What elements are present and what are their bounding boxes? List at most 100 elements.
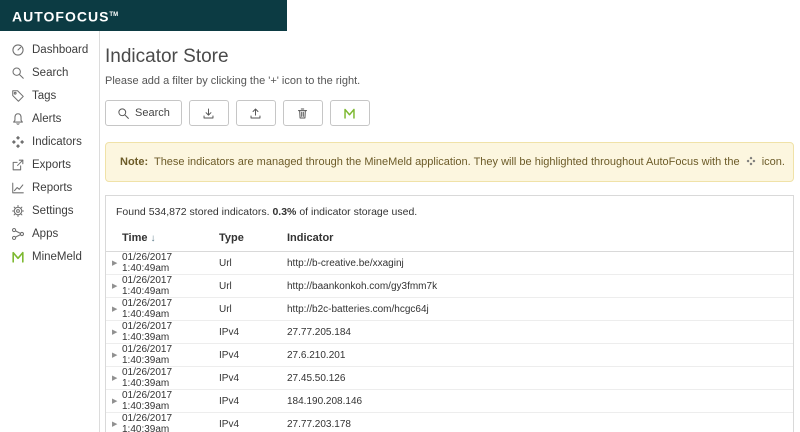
type-cell: IPv4 bbox=[219, 327, 287, 338]
indicator-cell: 27.6.210.201 bbox=[287, 350, 793, 361]
time-cell: 01/26/2017 1:40:39am bbox=[122, 367, 219, 389]
trademark: TM bbox=[109, 12, 118, 18]
sidebar-item-search[interactable]: Search bbox=[0, 61, 99, 84]
search-icon bbox=[11, 66, 25, 80]
search-button[interactable]: Search bbox=[105, 100, 182, 126]
gear-icon bbox=[11, 204, 25, 218]
time-cell: 01/26/2017 1:40:39am bbox=[122, 413, 219, 432]
page-title: Indicator Store bbox=[105, 46, 794, 68]
bell-icon bbox=[11, 112, 25, 126]
expand-row-icon[interactable]: ▶ bbox=[112, 420, 122, 428]
type-cell: IPv4 bbox=[219, 373, 287, 384]
indicator-cell: http://baankonkoh.com/gy3fmm7k bbox=[287, 281, 793, 292]
indicator-cell: 184.190.208.146 bbox=[287, 396, 793, 407]
download-icon bbox=[202, 107, 215, 120]
upload-indicators-button[interactable] bbox=[236, 100, 276, 126]
main-content: Indicator Store Please add a filter by c… bbox=[101, 31, 800, 432]
indicator-cell: 27.45.50.126 bbox=[287, 373, 793, 384]
expand-row-icon[interactable]: ▶ bbox=[112, 328, 122, 336]
indicator-cell: 27.77.203.178 bbox=[287, 419, 793, 430]
filter-hint: Please add a filter by clicking the '+' … bbox=[105, 75, 794, 87]
time-cell: 01/26/2017 1:40:49am bbox=[122, 275, 219, 297]
note-text-after: icon. bbox=[762, 156, 785, 168]
sidebar-item-settings[interactable]: Settings bbox=[0, 199, 99, 222]
type-cell: IPv4 bbox=[219, 396, 287, 407]
sidebar-item-label: Apps bbox=[32, 228, 58, 240]
export-icon bbox=[11, 158, 25, 172]
sidebar-item-label: MineMeld bbox=[32, 251, 82, 263]
indicator-cell: 27.77.205.184 bbox=[287, 327, 793, 338]
top-navbar: AUTOFOCUSTM bbox=[0, 0, 287, 31]
delete-indicators-button[interactable] bbox=[283, 100, 323, 126]
time-cell: 01/26/2017 1:40:49am bbox=[122, 252, 219, 274]
table-row[interactable]: ▶01/26/2017 1:40:39amIPv4184.190.208.146 bbox=[106, 390, 793, 413]
sidebar-item-tags[interactable]: Tags bbox=[0, 84, 99, 107]
minemeld-note: Note: These indicators are managed throu… bbox=[105, 142, 794, 182]
indicators-icon bbox=[11, 135, 25, 149]
trash-icon bbox=[296, 107, 309, 120]
sort-down-icon: ↓ bbox=[150, 233, 155, 244]
note-label: Note: bbox=[120, 156, 148, 168]
search-icon bbox=[117, 107, 130, 120]
sidebar-item-label: Tags bbox=[32, 90, 56, 102]
table-row[interactable]: ▶01/26/2017 1:40:49amUrlhttp://b-creativ… bbox=[106, 252, 793, 275]
table-row[interactable]: ▶01/26/2017 1:40:39amIPv427.6.210.201 bbox=[106, 344, 793, 367]
autofocus-logo: AUTOFOCUSTM bbox=[0, 0, 287, 33]
type-cell: Url bbox=[219, 281, 287, 292]
search-button-label: Search bbox=[135, 107, 170, 119]
type-cell: IPv4 bbox=[219, 350, 287, 361]
indicator-cell: http://b2c-batteries.com/hcgc64j bbox=[287, 304, 793, 315]
sidebar-item-label: Alerts bbox=[32, 113, 61, 125]
sidebar-item-apps[interactable]: Apps bbox=[0, 222, 99, 245]
expand-row-icon[interactable]: ▶ bbox=[112, 259, 122, 267]
table-row[interactable]: ▶01/26/2017 1:40:39amIPv427.45.50.126 bbox=[106, 367, 793, 390]
table-row[interactable]: ▶01/26/2017 1:40:49amUrlhttp://baankonko… bbox=[106, 275, 793, 298]
expand-row-icon[interactable]: ▶ bbox=[112, 397, 122, 405]
sidebar-item-label: Settings bbox=[32, 205, 74, 217]
time-cell: 01/26/2017 1:40:39am bbox=[122, 344, 219, 366]
sidebar: Dashboard Search Tags Alerts Indicators … bbox=[0, 31, 100, 432]
type-cell: IPv4 bbox=[219, 419, 287, 430]
type-cell: Url bbox=[219, 304, 287, 315]
sidebar-item-indicators[interactable]: Indicators bbox=[0, 130, 99, 153]
column-header-indicator: Indicator bbox=[287, 232, 793, 244]
sidebar-item-label: Reports bbox=[32, 182, 72, 194]
table-header: Time↓ Type Indicator bbox=[106, 227, 793, 252]
time-cell: 01/26/2017 1:40:39am bbox=[122, 321, 219, 343]
expand-row-icon[interactable]: ▶ bbox=[112, 351, 122, 359]
sidebar-item-alerts[interactable]: Alerts bbox=[0, 107, 99, 130]
sidebar-item-label: Dashboard bbox=[32, 44, 88, 56]
minemeld-button[interactable] bbox=[330, 100, 370, 126]
minemeld-icon bbox=[11, 250, 25, 264]
column-header-time[interactable]: Time↓ bbox=[122, 232, 219, 244]
apps-icon bbox=[11, 227, 25, 241]
sidebar-item-label: Indicators bbox=[32, 136, 82, 148]
sidebar-item-dashboard[interactable]: Dashboard bbox=[0, 38, 99, 61]
upload-icon bbox=[249, 107, 262, 120]
type-cell: Url bbox=[219, 258, 287, 269]
storage-summary: Found 534,872 stored indicators. 0.3% of… bbox=[106, 196, 793, 227]
expand-row-icon[interactable]: ▶ bbox=[112, 374, 122, 382]
tag-icon bbox=[11, 89, 25, 103]
table-row[interactable]: ▶01/26/2017 1:40:49amUrlhttp://b2c-batte… bbox=[106, 298, 793, 321]
minemeld-icon bbox=[343, 107, 356, 120]
expand-row-icon[interactable]: ▶ bbox=[112, 305, 122, 313]
sidebar-item-exports[interactable]: Exports bbox=[0, 153, 99, 176]
note-text: These indicators are managed through the… bbox=[154, 156, 740, 168]
storage-percent: 0.3% bbox=[272, 206, 296, 218]
minemeld-indicator-icon bbox=[746, 156, 756, 166]
sidebar-item-label: Exports bbox=[32, 159, 71, 171]
sidebar-item-reports[interactable]: Reports bbox=[0, 176, 99, 199]
expand-row-icon[interactable]: ▶ bbox=[112, 282, 122, 290]
reports-icon bbox=[11, 181, 25, 195]
table-row[interactable]: ▶01/26/2017 1:40:39amIPv427.77.203.178 bbox=[106, 413, 793, 432]
indicator-cell: http://b-creative.be/xxaginj bbox=[287, 258, 793, 269]
found-count-text: Found 534,872 stored indicators. bbox=[116, 206, 270, 218]
table-row[interactable]: ▶01/26/2017 1:40:39amIPv427.77.205.184 bbox=[106, 321, 793, 344]
sidebar-item-minemeld[interactable]: MineMeld bbox=[0, 245, 99, 268]
dashboard-icon bbox=[11, 43, 25, 57]
toolbar: Search bbox=[105, 100, 794, 126]
download-indicators-button[interactable] bbox=[189, 100, 229, 126]
indicator-store-panel: Found 534,872 stored indicators. 0.3% of… bbox=[105, 195, 794, 432]
time-cell: 01/26/2017 1:40:39am bbox=[122, 390, 219, 412]
